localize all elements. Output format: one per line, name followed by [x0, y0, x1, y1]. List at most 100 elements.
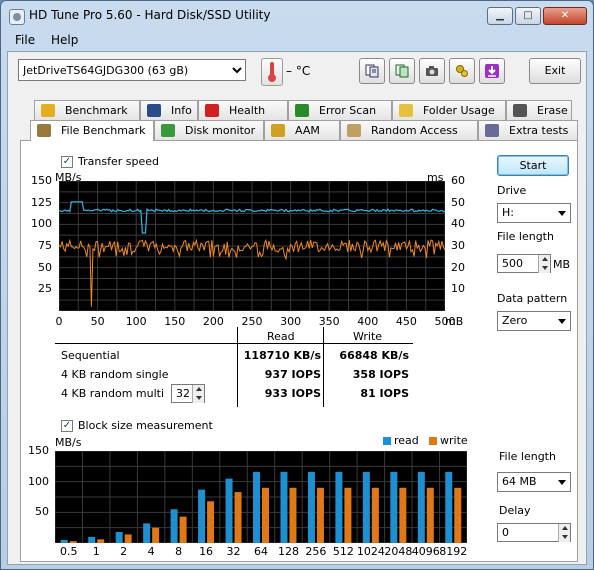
delay-label: Delay — [499, 504, 531, 517]
tab-label: Extra tests — [509, 124, 569, 137]
benchmark-icon — [41, 104, 55, 117]
sequential-read: 118710 KB/s — [243, 349, 321, 362]
copy-info-button[interactable] — [359, 58, 385, 84]
block-x-tick: 256 — [305, 545, 327, 558]
sequential-label: Sequential — [61, 349, 120, 362]
tab-disk-monitor[interactable]: Disk monitor — [154, 120, 264, 140]
tab-health[interactable]: Health — [198, 100, 288, 120]
drive-combo[interactable]: H: — [497, 203, 571, 223]
random-single-label: 4 KB random single — [61, 368, 169, 381]
file-length-up-icon[interactable] — [538, 255, 550, 264]
read-bar — [115, 531, 123, 543]
queue-depth-down-icon[interactable] — [192, 394, 204, 403]
tab-erase[interactable]: Erase — [506, 100, 572, 120]
tab-aam[interactable]: AAM — [264, 120, 340, 140]
block-file-length-value: 64 MB — [502, 475, 537, 488]
sequential-write: 66848 KB/s — [339, 349, 409, 362]
y-tick-right: 10 — [451, 282, 465, 296]
read-bar — [445, 471, 453, 543]
window-title: HD Tune Pro 5.60 - Hard Disk/SSD Utility — [29, 8, 271, 22]
block-x-tick: 1024 — [356, 545, 385, 558]
block-x-tick: 16 — [199, 545, 214, 558]
queue-depth-up-icon[interactable] — [192, 385, 204, 394]
chevron-down-icon — [558, 319, 566, 324]
tab-extra-tests[interactable]: Extra tests — [478, 120, 578, 140]
block-file-length-combo[interactable]: 64 MB — [497, 472, 571, 492]
tab-folder-usage[interactable]: Folder Usage — [392, 100, 506, 120]
write-bar — [97, 539, 105, 543]
start-button[interactable]: Start — [497, 155, 569, 176]
copy-text-button[interactable] — [389, 58, 415, 84]
queue-depth-spinner[interactable]: 32 — [171, 384, 205, 403]
screenshot-button[interactable] — [419, 58, 445, 84]
chevron-down-icon — [558, 211, 566, 216]
y-tick-left: 150 — [31, 174, 52, 187]
options-button[interactable] — [449, 58, 475, 84]
tab-label: Disk monitor — [185, 124, 256, 137]
write-bar — [454, 487, 462, 543]
block-x-tick: 4096 — [411, 545, 440, 558]
write-bar — [399, 487, 407, 543]
read-bar — [88, 536, 96, 543]
y-tick-left: 50 — [38, 260, 52, 274]
minimize-button[interactable]: ▁ — [487, 7, 513, 25]
write-header: Write — [353, 330, 383, 343]
block-x-tick: 8 — [175, 545, 183, 558]
tab-random-access[interactable]: Random Access — [340, 120, 478, 140]
block-x-tick: 8192 — [439, 545, 468, 558]
read-header: Read — [267, 330, 295, 343]
x-tick: 100 — [125, 315, 147, 328]
write-bar — [426, 487, 434, 543]
write-bar — [124, 534, 132, 543]
tab-label: AAM — [295, 124, 320, 137]
random-single-read: 937 IOPS — [264, 368, 321, 381]
tab-label: Health — [229, 104, 266, 117]
file-length-value: 500 — [502, 257, 523, 270]
file-length-down-icon[interactable] — [538, 264, 550, 273]
write-bar — [179, 516, 187, 543]
file-length-spinner[interactable]: 500 — [497, 254, 551, 273]
delay-up-icon[interactable] — [558, 524, 570, 533]
read-bar — [170, 509, 178, 543]
tab-file-benchmark[interactable]: File Benchmark — [30, 120, 154, 141]
write-bar — [262, 487, 269, 543]
write-bar — [234, 492, 242, 543]
block-size-checkbox[interactable]: ✓ — [61, 420, 73, 432]
x-tick: 450 — [395, 315, 417, 328]
delay-spinner[interactable]: 0 — [497, 523, 571, 542]
delay-value: 0 — [502, 526, 509, 539]
magnifier-icon — [295, 104, 309, 117]
delay-down-icon[interactable] — [558, 533, 570, 542]
x-axis-unit: mB — [445, 315, 464, 328]
tab-benchmark[interactable]: Benchmark — [34, 100, 140, 120]
extra-tests-icon — [485, 124, 499, 137]
block-y-tick: 50 — [35, 505, 49, 519]
drive-select[interactable]: JetDriveTS64GJDG300 (63 gB) — [18, 59, 246, 81]
data-pattern-combo[interactable]: Zero — [497, 311, 571, 331]
copy-text-icon — [395, 64, 409, 78]
exit-button[interactable]: Exit — [529, 58, 581, 84]
close-button[interactable]: ✕ — [543, 7, 587, 25]
tab-label: Folder Usage — [423, 104, 495, 117]
x-tick: 300 — [280, 315, 302, 328]
save-button[interactable] — [479, 58, 505, 84]
block-x-tick: 2 — [120, 545, 128, 558]
data-pattern-value: Zero — [502, 314, 528, 327]
read-bar — [362, 471, 370, 543]
save-icon — [485, 64, 499, 78]
x-tick: 200 — [202, 315, 224, 328]
menu-file[interactable]: File — [15, 33, 35, 47]
tab-info[interactable]: Info — [140, 100, 198, 120]
title-bar[interactable]: HD Tune Pro 5.60 - Hard Disk/SSD Utility… — [1, 1, 593, 31]
read-bar — [143, 523, 151, 543]
file-benchmark-icon — [37, 124, 51, 137]
legend-read-swatch — [383, 437, 391, 445]
read-bar — [390, 471, 398, 543]
read-bar — [225, 478, 233, 543]
x-tick: 350 — [318, 315, 340, 328]
menu-help[interactable]: Help — [51, 33, 78, 47]
transfer-speed-checkbox[interactable]: ✓ — [61, 156, 73, 168]
legend-write: write — [440, 434, 468, 447]
tab-error-scan[interactable]: Error Scan — [288, 100, 392, 120]
maximize-button[interactable]: □ — [515, 7, 541, 25]
